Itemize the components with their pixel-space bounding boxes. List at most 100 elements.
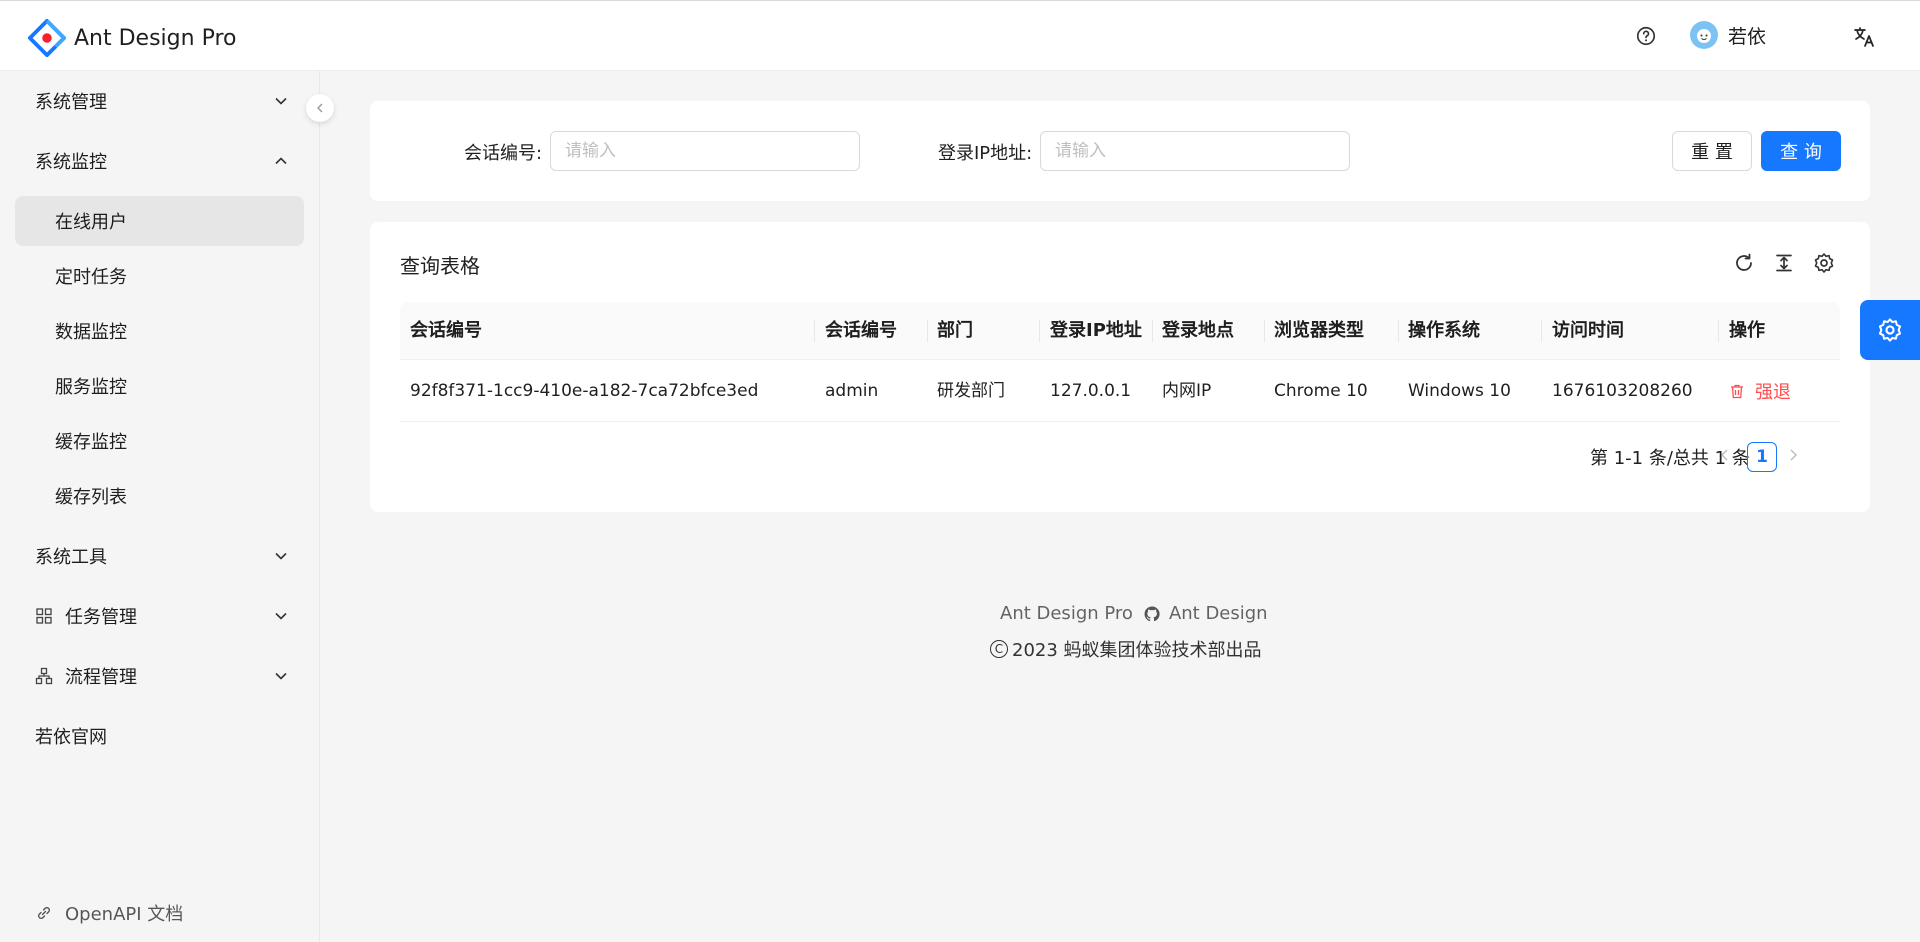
sidebar-item-service-monitor[interactable]: 服务监控 xyxy=(15,361,304,411)
setting-icon xyxy=(1878,318,1902,342)
column-header[interactable]: 操作系统 xyxy=(1408,302,1480,360)
partition-icon xyxy=(35,667,53,685)
translation-icon[interactable] xyxy=(1852,25,1876,49)
sidebar-group-process-management[interactable]: 流程管理 xyxy=(15,651,304,701)
openapi-label: OpenAPI 文档 xyxy=(65,904,184,925)
chevron-down-icon xyxy=(275,97,287,105)
sidebar-item-cache-monitor[interactable]: 缓存监控 xyxy=(15,416,304,466)
footer-link-ant-design[interactable]: Ant Design xyxy=(1169,603,1268,624)
sidebar-item-cache-list[interactable]: 缓存列表 xyxy=(15,471,304,521)
column-header[interactable]: 登录IP地址 xyxy=(1050,302,1142,360)
ant-design-logo-icon xyxy=(28,19,66,57)
column-header[interactable]: 登录地点 xyxy=(1162,302,1234,360)
chevron-up-icon xyxy=(275,157,287,165)
column-height-icon[interactable] xyxy=(1773,252,1795,274)
column-divider xyxy=(927,320,928,342)
sidebar-group-system-tools[interactable]: 系统工具 xyxy=(15,531,304,581)
appstore-icon xyxy=(36,608,52,624)
app-logo[interactable]: Ant Design Pro xyxy=(28,19,236,57)
reload-icon[interactable] xyxy=(1733,252,1755,274)
sidebar-item-data-monitor[interactable]: 数据监控 xyxy=(15,306,304,356)
app-name: Ant Design Pro xyxy=(74,25,237,51)
table-title: 查询表格 xyxy=(400,254,480,278)
sidebar-item-label: 数据监控 xyxy=(55,322,127,343)
user-name: 若依 xyxy=(1728,25,1767,48)
setting-icon[interactable] xyxy=(1813,252,1835,274)
top-header: Ant Design Pro 若依 xyxy=(0,0,1920,71)
table-row: 92f8f371-1cc9-410e-a182-7ca72bfce3ed adm… xyxy=(400,360,1840,422)
sidebar-collapse-button[interactable] xyxy=(306,94,334,122)
link-icon xyxy=(38,907,50,919)
column-divider xyxy=(1398,320,1399,342)
sidebar-item-label: 若依官网 xyxy=(35,727,107,748)
column-divider xyxy=(1039,320,1040,342)
chevron-down-icon xyxy=(275,552,287,560)
session-id-input[interactable] xyxy=(550,131,860,171)
cell-department: 研发部门 xyxy=(937,381,1005,401)
cell-browser: Chrome 10 xyxy=(1274,381,1368,401)
footer-copyright: C 2023 蚂蚁集团体验技术部出品 xyxy=(990,636,1262,662)
column-header[interactable]: 访问时间 xyxy=(1552,302,1624,360)
user-menu[interactable]: 若依 xyxy=(1690,21,1766,49)
column-divider xyxy=(1541,320,1542,342)
pagination-page-1[interactable]: 1 xyxy=(1747,442,1777,472)
query-button[interactable]: 查 询 xyxy=(1761,131,1841,171)
sidebar-group-label: 任务管理 xyxy=(65,607,137,628)
pagination-prev-icon[interactable] xyxy=(1717,447,1733,463)
sidebar-item-label: 缓存监控 xyxy=(55,432,127,453)
login-ip-label: 登录IP地址: xyxy=(938,143,1033,164)
column-header[interactable]: 部门 xyxy=(937,302,973,360)
column-header: 操作 xyxy=(1729,320,1765,341)
question-circle-icon[interactable] xyxy=(1635,25,1657,47)
search-form: 会话编号: 登录IP地址: 重 置 查 询 xyxy=(370,101,1870,201)
column-header[interactable]: 会话编号 xyxy=(410,302,482,360)
sidebar-item-scheduled-tasks[interactable]: 定时任务 xyxy=(15,251,304,301)
theme-setting-button[interactable] xyxy=(1860,300,1920,360)
sidebar-group-task-management[interactable]: 任务管理 xyxy=(15,591,304,641)
column-divider xyxy=(814,320,815,342)
sidebar-item-online-users[interactable]: 在线用户 xyxy=(15,196,304,246)
sidebar-group-label: 系统管理 xyxy=(35,92,107,113)
sidebar-group-system-management[interactable]: 系统管理 xyxy=(15,76,304,126)
sidebar-group-system-monitor[interactable]: 系统监控 xyxy=(15,136,304,186)
table-header: 会话编号 会话编号 部门 登录IP地址 登录地点 浏览器类型 操作系统 访问时间… xyxy=(400,302,1840,360)
footer-links: Ant Design Pro Ant Design xyxy=(1000,603,1268,624)
cell-os: Windows 10 xyxy=(1408,381,1511,401)
column-divider xyxy=(1152,320,1153,342)
force-logout-button[interactable]: 强退 xyxy=(1729,360,1791,422)
sidebar-item-label: 在线用户 xyxy=(55,212,127,233)
column-divider xyxy=(1718,320,1719,342)
github-icon[interactable] xyxy=(1143,605,1161,623)
sidebar-group-label: 流程管理 xyxy=(65,667,137,688)
sidebar-item-ruoyi-site[interactable]: 若依官网 xyxy=(15,711,304,761)
cell-access-time: 1676103208260 xyxy=(1552,381,1693,401)
sidebar: 系统管理 系统监控 在线用户 定时任务 数据监控 服务监控 缓存监控 缓存列表 … xyxy=(0,71,320,942)
sidebar-item-label: 缓存列表 xyxy=(55,487,127,508)
chevron-down-icon xyxy=(275,612,287,620)
cell-user: admin xyxy=(825,381,879,401)
reset-button[interactable]: 重 置 xyxy=(1672,131,1752,171)
openapi-docs-link[interactable]: OpenAPI 文档 xyxy=(35,900,183,926)
footer-link-ant-design-pro[interactable]: Ant Design Pro xyxy=(1000,603,1133,624)
login-ip-input[interactable] xyxy=(1040,131,1350,171)
sidebar-item-label: 服务监控 xyxy=(55,377,127,398)
column-header[interactable]: 会话编号 xyxy=(825,302,897,360)
sidebar-group-label: 系统工具 xyxy=(35,547,107,568)
sidebar-group-label: 系统监控 xyxy=(35,152,107,173)
chevron-down-icon xyxy=(275,672,287,680)
session-id-label: 会话编号: xyxy=(464,143,543,164)
chevron-left-icon xyxy=(317,103,323,113)
copyright-text: 2023 蚂蚁集团体验技术部出品 xyxy=(1012,640,1262,661)
pagination-next-icon[interactable] xyxy=(1785,447,1801,463)
column-divider xyxy=(1264,320,1265,342)
cell-login-location: 内网IP xyxy=(1162,381,1212,401)
cell-session-id: 92f8f371-1cc9-410e-a182-7ca72bfce3ed xyxy=(410,381,759,401)
force-logout-label: 强退 xyxy=(1755,382,1791,403)
copyright-icon: C xyxy=(990,640,1008,658)
table-card: 查询表格 会话编号 会话编号 部门 登录IP地址 登录地点 浏览器类型 操作系统… xyxy=(370,222,1870,512)
column-header[interactable]: 浏览器类型 xyxy=(1274,302,1364,360)
avatar xyxy=(1690,21,1718,49)
avatar-face-icon xyxy=(1697,29,1711,43)
delete-icon xyxy=(1731,384,1743,399)
sidebar-item-label: 定时任务 xyxy=(55,267,127,288)
